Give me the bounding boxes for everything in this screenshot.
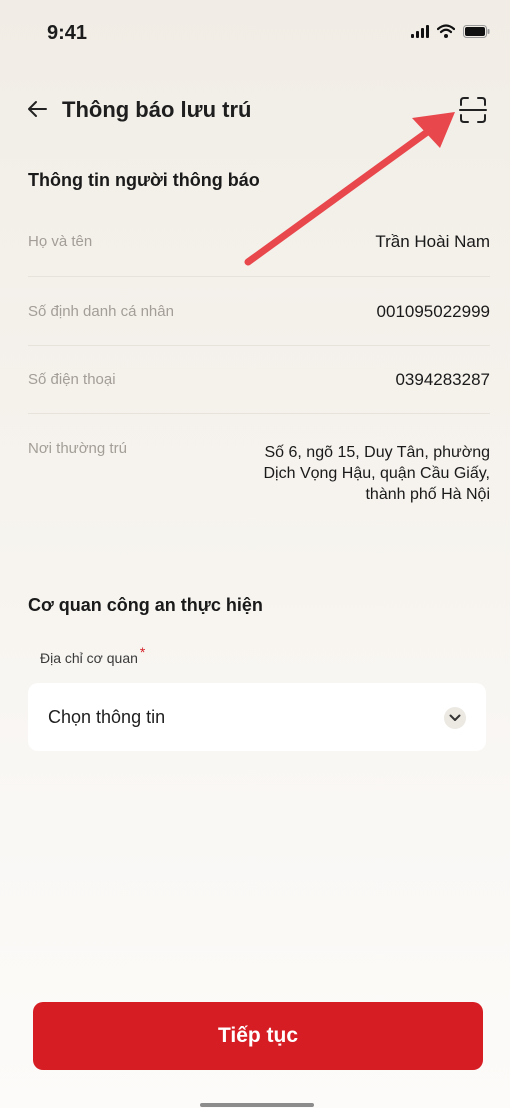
status-bar: 9:41 [0,0,510,70]
divider [28,345,490,346]
full-name-value: Trần Hoài Nam [375,232,490,251]
scan-icon [459,96,487,129]
wifi-icon [436,24,456,43]
page-title: Thông báo lưu trú [62,97,252,122]
agency-address-select[interactable]: Chọn thông tin [28,683,486,751]
back-button[interactable] [22,96,52,126]
phone-value: 0394283287 [395,370,490,389]
divider [28,413,490,414]
battery-icon [463,24,490,43]
id-number-value: 001095022999 [376,302,490,321]
full-name-label: Họ và tên [28,233,93,250]
phone-label: Số điện thoại [28,371,116,388]
agency-address-label-text: Địa chỉ cơ quan [40,650,138,666]
notifier-section-title: Thông tin người thông báo [28,170,260,190]
select-value: Chọn thông tin [48,707,166,727]
nav-header: Thông báo lưu trú [0,86,510,136]
signal-icon [411,24,429,43]
scan-button[interactable] [456,95,490,129]
annotation-arrow [244,112,455,266]
chevron-down-icon [444,707,466,729]
home-indicator [200,1103,314,1107]
continue-button[interactable]: Tiếp tục [33,1002,483,1070]
arrow-left-icon [27,100,47,123]
permanent-address-label: Nơi thường trú [28,440,127,457]
required-mark: * [139,644,146,660]
id-number-label: Số định danh cá nhân [28,303,174,320]
divider [28,276,490,277]
status-icons [411,24,490,43]
agency-address-label: Địa chỉ cơ quan * [40,644,145,666]
police-section-title: Cơ quan công an thực hiện [28,595,263,615]
status-time: 9:41 [47,22,88,44]
permanent-address-value: Số 6, ngõ 15, Duy Tân, phường Dịch Vọng … [263,444,491,503]
